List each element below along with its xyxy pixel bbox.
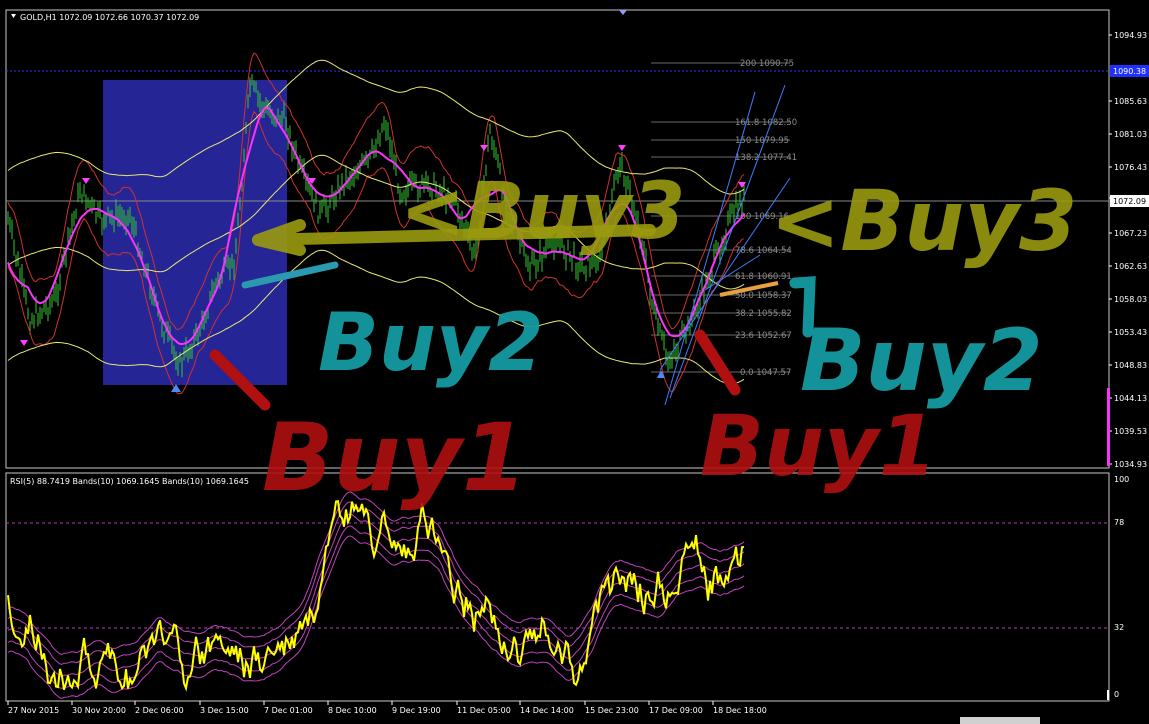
fib-level-label: 150 1079.95 [735,136,789,146]
rsi-tick-label: 78 [1114,518,1124,527]
time-tick-label: 14 Dec 14:00 [520,706,574,715]
annotation-buy2-left: Buy2 [318,296,544,389]
time-tick-label: 8 Dec 10:00 [328,706,377,715]
annotation-buy3-left: <Buy3 [400,167,685,257]
rsi-tick-label: 32 [1114,623,1124,632]
fib-level-label: 38.2 1055.82 [735,309,792,319]
fib-level-label: 23.6 1052.67 [735,331,792,341]
rsi-title: RSI(5) 88.7419 Bands(10) 1069.1645 Bands… [10,477,249,486]
time-tick-label: 27 Nov 2015 [8,706,59,715]
fib-level-label: 61.8 1060.91 [735,272,792,282]
time-tick-label: 30 Nov 20:00 [72,706,126,715]
price-tick-label: 1094.93 [1114,31,1147,40]
price-tick-label: 1062.63 [1114,262,1147,271]
time-axis[interactable]: 27 Nov 2015 30 Nov 20:00 2 Dec 06:00 3 Dec … [7,701,767,715]
price-tick-label: 1034.93 [1114,460,1147,469]
price-tick-label: 1053.43 [1114,328,1147,337]
svg-text:GOLD,H1 1072.09 1072.66 107: GOLD,H1 1072.09 1072.66 1070.37 1072.09 [20,13,199,22]
price-tick-label: 1076.43 [1114,163,1147,172]
rsi-scale: 100 78 32 0 [1114,475,1129,699]
alert-price-label: 1090.38 [1113,67,1146,76]
fib-level-label: 138.2 1077.41 [735,153,797,163]
highlight-box [103,80,287,385]
price-tick-label: 1048.83 [1114,361,1147,370]
price-tick-label: 1085.63 [1114,97,1147,106]
time-tick-label: 2 Dec 06:00 [135,706,184,715]
time-tick-label: 18 Dec 18:00 [713,706,767,715]
fib-level-label: 161.8 1082.50 [735,118,797,128]
fib-level-label: 50.0 1058.37 [735,291,792,301]
annotation-buy2-right: Buy2 [800,311,1043,411]
fib-level-label: 0.0 1047.57 [740,368,791,378]
fib-level-label: 200 1090.75 [740,59,794,69]
scrollbar-thumb[interactable] [960,717,1040,724]
time-tick-label: 7 Dec 01:00 [264,706,313,715]
chart-title: GOLD,H1 1072.09 1072.66 1070.37 1072.09 [11,13,199,22]
rsi-tick-label: 0 [1114,690,1119,699]
annotation-buy3-right: <Buy3 [770,172,1077,270]
volume-marker [1107,388,1110,466]
price-tick-label: 1044.13 [1114,394,1147,403]
price-scale[interactable]: 1094.93 1085.63 1081.03 1076.43 1072.09 1067.… [1109,31,1147,469]
current-price-label: 1072.09 [1113,197,1146,206]
time-tick-label: 17 Dec 09:00 [649,706,703,715]
rsi-tick-label: 100 [1114,475,1129,484]
time-tick-label: 11 Dec 05:00 [457,706,511,715]
time-tick-label: 9 Dec 19:00 [392,706,441,715]
time-tick-label: 15 Dec 23:00 [585,706,639,715]
price-tick-label: 1058.03 [1114,295,1147,304]
rsi-panel[interactable] [5,472,1110,702]
time-tick-label: 3 Dec 15:00 [200,706,249,715]
annotation-buy1-left: Buy1 [262,404,527,513]
price-tick-label: 1081.03 [1114,130,1147,139]
annotation-buy1-right: Buy1 [700,397,937,495]
chart-window[interactable]: 200 1090.75 161.8 1082.50 150 1079.95 138.2… [0,0,1149,724]
price-tick-label: 1039.53 [1114,427,1147,436]
price-tick-label: 1067.23 [1114,229,1147,238]
